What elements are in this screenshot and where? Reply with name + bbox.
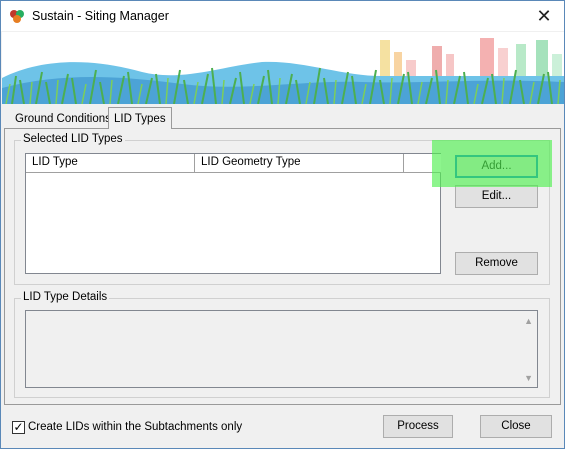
add-button[interactable]: Add... <box>455 155 538 178</box>
column-header-filler <box>404 154 441 173</box>
scroll-up-icon[interactable]: ▲ <box>524 316 533 326</box>
lid-type-details-textbox[interactable]: ▲ ▼ <box>25 310 538 388</box>
scroll-down-icon[interactable]: ▼ <box>524 373 533 383</box>
column-header-lid-type[interactable]: LID Type <box>26 154 195 173</box>
selected-lid-types-label: Selected LID Types <box>21 133 125 145</box>
banner-graphic <box>2 38 564 104</box>
siting-manager-window: Sustain - Siting Manager ✕ Ground Condit… <box>0 0 565 449</box>
window-title: Sustain - Siting Manager <box>32 9 169 23</box>
close-window-button[interactable]: ✕ <box>524 1 564 31</box>
close-button[interactable]: Close <box>480 415 552 438</box>
tab-lid-types[interactable]: LID Types <box>108 107 172 129</box>
column-header-lid-geometry-type[interactable]: LID Geometry Type <box>195 154 404 173</box>
header-banner <box>2 32 564 104</box>
subtachments-only-checkbox[interactable]: ✓ <box>12 421 25 434</box>
title-bar: Sustain - Siting Manager ✕ <box>1 1 564 31</box>
remove-button[interactable]: Remove <box>455 252 538 275</box>
tab-ground-conditions[interactable]: Ground Conditions <box>11 110 115 130</box>
process-button[interactable]: Process <box>383 415 453 438</box>
lid-type-details-label: LID Type Details <box>21 291 110 303</box>
edit-button[interactable]: Edit... <box>455 185 538 208</box>
app-icon <box>10 10 24 23</box>
subtachments-only-label[interactable]: Create LIDs within the Subtachments only <box>28 421 242 433</box>
lid-types-list[interactable]: LID Type LID Geometry Type <box>25 153 441 274</box>
